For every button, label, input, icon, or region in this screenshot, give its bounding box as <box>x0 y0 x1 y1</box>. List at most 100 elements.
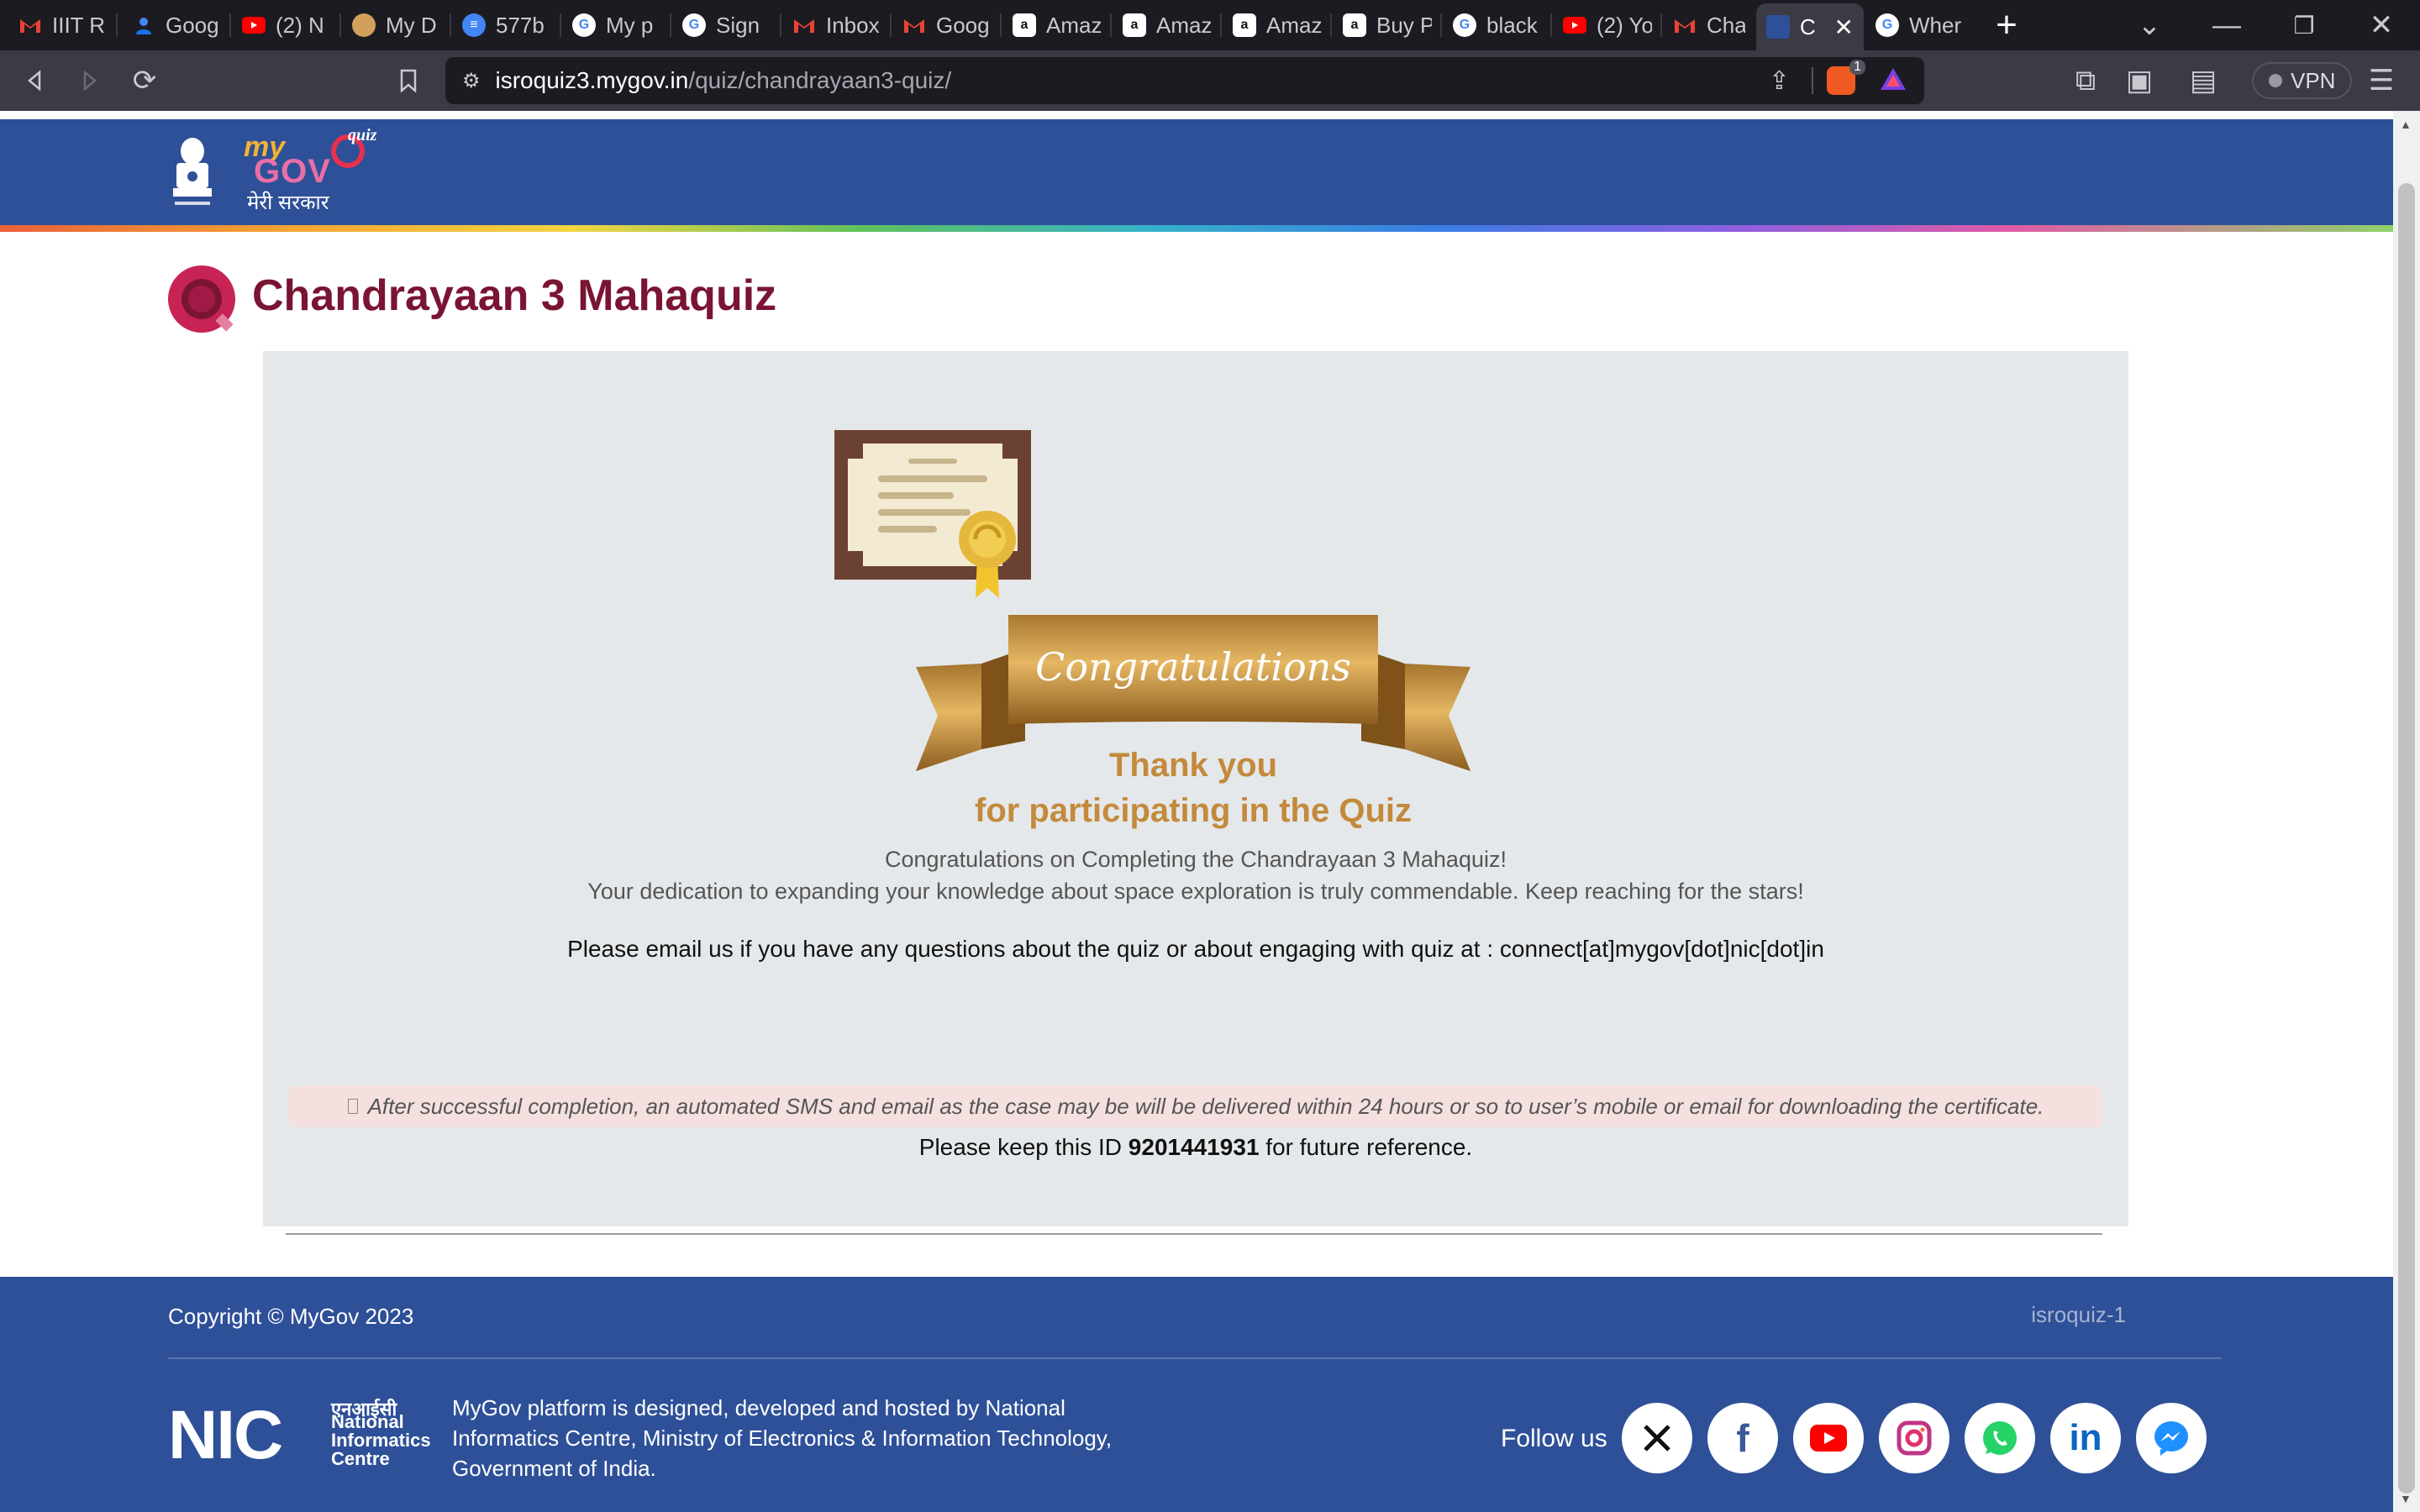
dedication-message: Your dedication to expanding your knowle… <box>587 879 1804 904</box>
browser-tab[interactable]: G black <box>1443 7 1552 44</box>
sidebar-icon[interactable]: ▣ <box>2118 59 2161 102</box>
back-icon[interactable] <box>13 59 57 102</box>
contact-email-message: Please email us if you have any question… <box>567 936 1824 962</box>
tab-title: My p <box>606 12 654 38</box>
reload-icon[interactable]: ⟳ <box>123 59 166 102</box>
page-scrollbar[interactable]: ▲ ▼ <box>2393 111 2420 1512</box>
card-divider <box>286 1233 2102 1235</box>
facebook-icon[interactable]: f <box>1707 1403 1778 1473</box>
browser-tab-strip: IIIT R Goog (2) N My D ≡ 577b G My p G S… <box>0 0 2420 50</box>
avatar-icon <box>352 13 376 37</box>
ref-prefix: Please keep this ID <box>918 1134 1128 1160</box>
vpn-status-icon <box>2269 74 2282 87</box>
youtube-icon[interactable] <box>1793 1403 1864 1473</box>
tab-title: black <box>1486 12 1538 38</box>
amazon-icon: a <box>1013 13 1036 37</box>
amazon-icon: a <box>1123 13 1146 37</box>
forward-icon[interactable] <box>67 59 111 102</box>
google-contacts-icon <box>132 13 155 37</box>
browser-tab[interactable]: G Sign <box>672 7 781 44</box>
nic-logo-mark: NIC <box>168 1397 283 1473</box>
vpn-button[interactable]: VPN <box>2252 62 2353 99</box>
window-close-icon[interactable]: ✕ <box>2360 3 2403 47</box>
nic-name-line-1: National <box>331 1411 404 1432</box>
new-tab-icon[interactable]: + <box>1985 3 2028 47</box>
gmail-icon <box>792 13 816 37</box>
minimize-icon[interactable]: — <box>2205 3 2249 47</box>
tab-title: Inbox <box>826 12 880 38</box>
gmail-icon <box>1673 13 1697 37</box>
browser-tab[interactable]: IIIT R <box>8 7 118 44</box>
google-icon: G <box>1876 13 1899 37</box>
thank-you-heading: Thank you for participating in the Quiz <box>916 743 1470 833</box>
brave-rewards-icon[interactable] <box>1879 66 1907 96</box>
mygov-hindi-tagline: मेरी सरकार <box>247 192 329 214</box>
tab-title: Goog <box>166 12 219 38</box>
google-icon: G <box>572 13 596 37</box>
amazon-icon: a <box>1343 13 1366 37</box>
youtube-icon <box>242 17 266 34</box>
wallet-icon[interactable]: ▤ <box>2181 59 2225 102</box>
site-settings-icon[interactable]: ⚙ <box>462 69 481 93</box>
instagram-icon[interactable] <box>1879 1403 1949 1473</box>
browser-tab[interactable]: (2) N <box>232 7 341 44</box>
browser-tab[interactable]: G My p <box>562 7 671 44</box>
certificate-delivery-note: After successful completion, an automate… <box>289 1085 2102 1127</box>
browser-tab[interactable]: Inbox <box>782 7 892 44</box>
extensions-icon[interactable]: ⧉ <box>2064 59 2107 102</box>
follow-us-label: Follow us <box>1501 1425 1607 1452</box>
info-icon <box>347 1099 358 1114</box>
ref-suffix: for future reference. <box>1259 1134 1473 1160</box>
docs-icon: ≡ <box>462 13 486 37</box>
url-path: /quiz/chandrayaan3-quiz/ <box>688 67 952 93</box>
scroll-down-icon[interactable]: ▼ <box>2400 1492 2412 1505</box>
tab-title: Wher <box>1909 12 1962 38</box>
ribbon-text: Congratulations <box>1035 644 1351 690</box>
brave-shield-icon[interactable]: 1 <box>1827 60 1865 95</box>
menu-icon[interactable]: ☰ <box>2360 59 2403 102</box>
close-tab-icon[interactable]: ✕ <box>1834 13 1854 41</box>
header-color-strip <box>0 225 2393 232</box>
amazon-icon: a <box>1233 13 1256 37</box>
bookmark-icon[interactable] <box>387 59 430 102</box>
tab-title: (2) N <box>276 12 324 38</box>
copyright-text: Copyright © MyGov 2023 <box>168 1304 414 1329</box>
messenger-icon[interactable] <box>2136 1403 2207 1473</box>
web-page: my GOV quiz मेरी सरकार Chandrayaan 3 Mah… <box>0 111 2393 1512</box>
restore-icon[interactable]: ❐ <box>2282 3 2326 47</box>
vpn-label: VPN <box>2291 67 2336 93</box>
browser-tab[interactable]: Goog <box>122 7 231 44</box>
tab-title: IIIT R <box>52 12 106 38</box>
browser-tab[interactable]: a Amaz <box>1113 7 1222 44</box>
scrollbar-thumb[interactable] <box>2398 183 2415 1494</box>
browser-tab[interactable]: ≡ 577b <box>452 7 561 44</box>
browser-tab[interactable]: G Wher <box>1865 7 1975 44</box>
browser-tab[interactable]: Goog <box>892 7 1002 44</box>
nic-logo[interactable]: NIC एनआईसी National Informatics Centre <box>168 1396 442 1473</box>
browser-tab[interactable]: Chan <box>1663 7 1755 44</box>
linkedin-icon[interactable]: in <box>2050 1403 2121 1473</box>
browser-tab[interactable]: a Buy P <box>1333 7 1442 44</box>
address-bar[interactable]: ⚙ isroquiz3.mygov.in/quiz/chandrayaan3-q… <box>445 57 1924 104</box>
x-icon[interactable] <box>1622 1403 1692 1473</box>
tab-title: Amaz <box>1046 12 1102 38</box>
logo-quiz: quiz <box>348 126 377 144</box>
share-icon[interactable]: ⇪ <box>1769 66 1790 96</box>
whatsapp-icon[interactable] <box>1965 1403 2035 1473</box>
browser-tab-active[interactable]: C ✕ <box>1756 3 1864 50</box>
youtube-icon <box>1563 17 1586 34</box>
nic-name-line-3: Centre <box>331 1448 390 1469</box>
browser-tab[interactable]: My D <box>342 7 451 44</box>
tab-title: Goog <box>936 12 990 38</box>
url-host: isroquiz3.mygov.in <box>495 67 689 93</box>
tab-list-chevron-icon[interactable]: ⌄ <box>2128 3 2171 47</box>
browser-tab[interactable]: a Amaz <box>1223 7 1332 44</box>
tab-title: My D <box>386 12 437 38</box>
nic-description: MyGov platform is designed, developed an… <box>452 1395 1113 1481</box>
browser-tab[interactable]: (2) Yo <box>1553 7 1662 44</box>
browser-tab[interactable]: a Amaz <box>1002 7 1112 44</box>
national-emblem-logo[interactable] <box>166 133 218 213</box>
google-icon: G <box>1453 13 1476 37</box>
congrats-message: Congratulations on Completing the Chandr… <box>885 847 1507 872</box>
scroll-up-icon[interactable]: ▲ <box>2400 118 2412 131</box>
